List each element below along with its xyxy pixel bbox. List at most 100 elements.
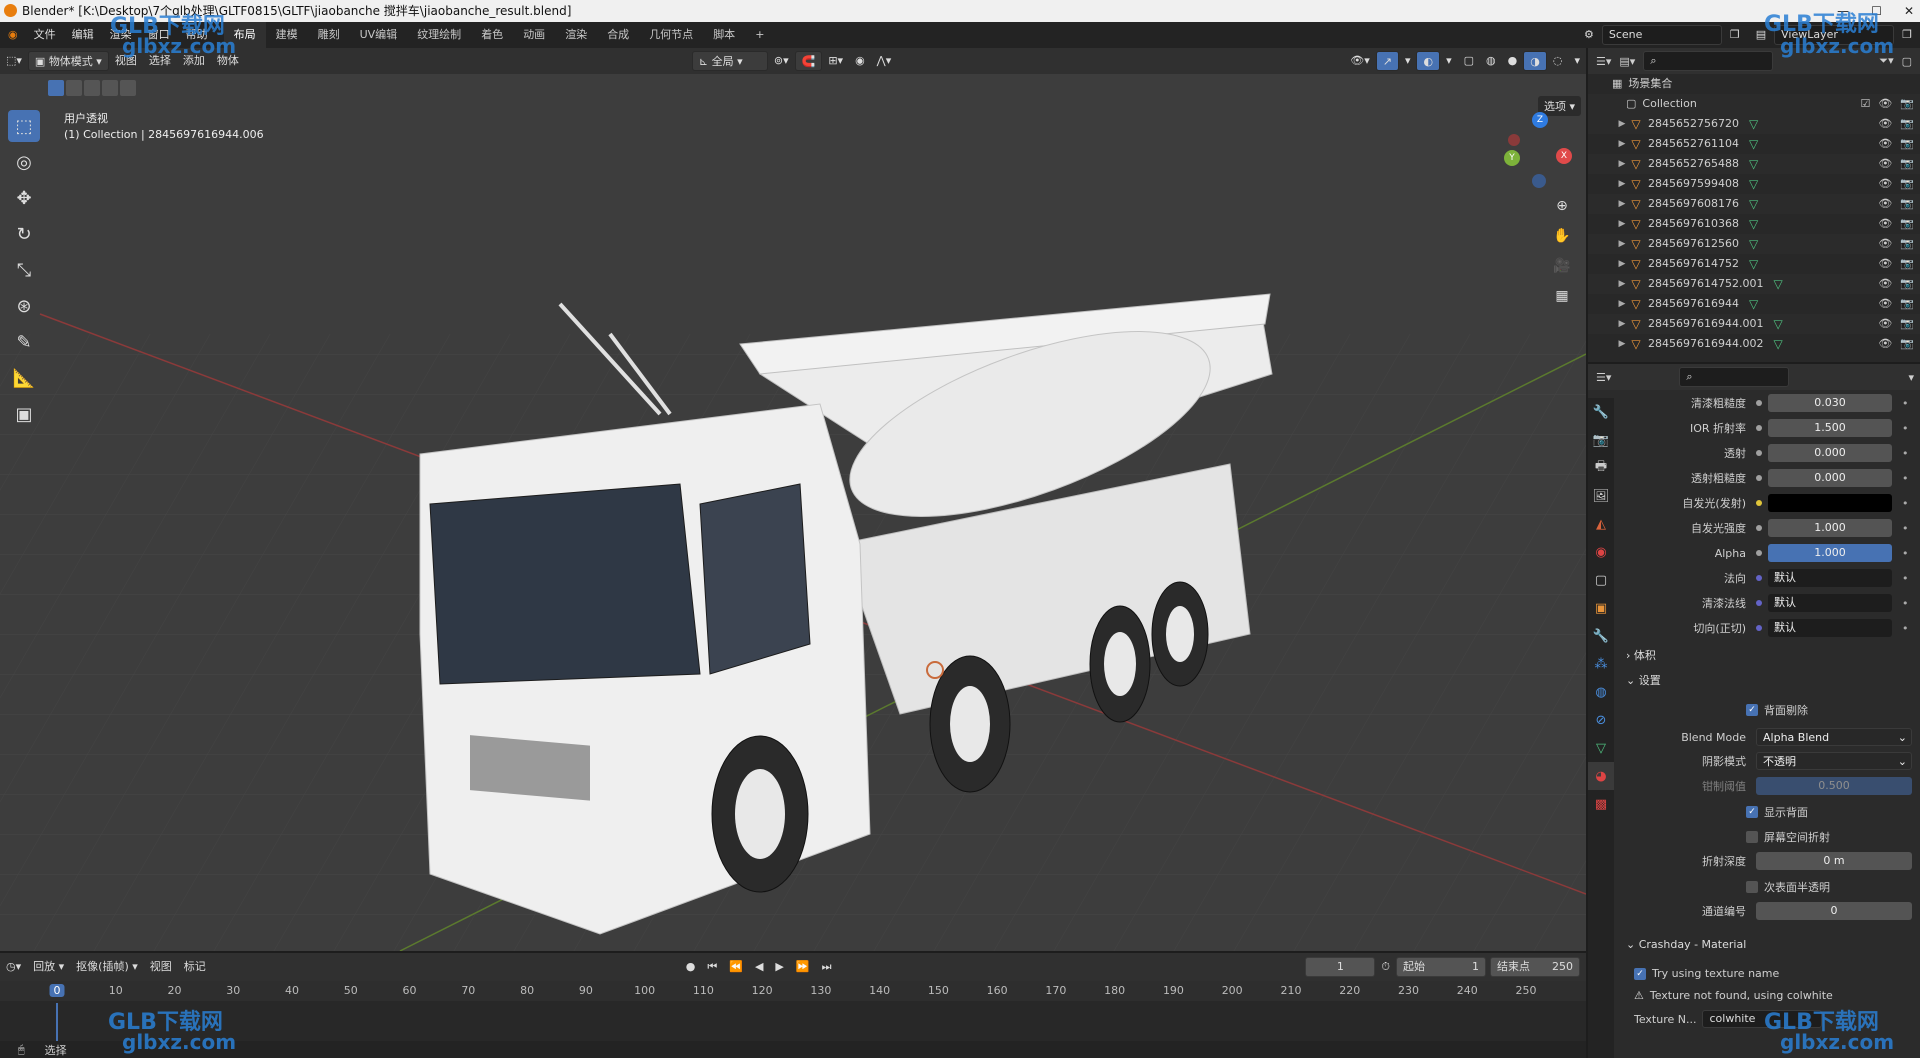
scale-tool-icon[interactable]: ⤡ [8,254,40,286]
texture-tab-icon[interactable]: ▩ [1588,790,1614,818]
tool-tab-icon[interactable]: 🔧 [1588,398,1614,426]
tab-compositing[interactable]: 合成 [597,22,639,48]
object-name[interactable]: 2845652761104 [1648,134,1739,154]
blend-mode-dropdown[interactable]: Alpha Blend ⌄ [1756,728,1912,746]
snap-icon[interactable]: 🧲 [794,51,823,71]
visibility-eye-icon[interactable]: 👁 [1878,334,1892,354]
tab-sculpting[interactable]: 雕刻 [308,22,350,48]
gizmo-toggle-icon[interactable]: ↗ [1375,51,1399,71]
select-invert-icon[interactable] [102,80,118,96]
keyframe-dot-icon[interactable]: • [1902,397,1909,410]
outliner-editor-icon[interactable]: ☰▾ [1596,55,1611,68]
refraction-depth-field[interactable]: 0 m [1756,852,1912,870]
keyframe-dot-icon[interactable]: • [1902,447,1909,460]
expand-triangle-icon[interactable]: ▶ [1616,214,1628,234]
keyframe-dot-icon[interactable]: • [1902,622,1909,635]
cursor-tool-icon[interactable]: ◎ [8,146,40,178]
constraints-tab-icon[interactable]: ⊘ [1588,706,1614,734]
measure-tool-icon[interactable]: 📐 [8,362,40,394]
tab-texture-paint[interactable]: 纹理绘制 [407,22,471,48]
editor-type-icon[interactable]: ⬚▾ [0,51,28,71]
timeline[interactable]: 0 10 20 30 40 50 60 70 80 90 100 110 120 130 140 150 160… [0,981,1586,1058]
menu-edit[interactable]: 编辑 [64,22,102,48]
gizmo-x[interactable]: X [1556,148,1572,164]
visibility-icon[interactable]: 👁▾ [1344,51,1376,71]
tab-rendering[interactable]: 渲染 [555,22,597,48]
object-name[interactable]: 2845697616944 [1648,294,1739,314]
visibility-eye-icon[interactable]: 👁 [1878,134,1892,154]
properties-search[interactable]: ⌕ [1679,367,1790,387]
close-button[interactable]: ✕ [1904,0,1914,22]
material-tab-icon[interactable]: ◕ [1588,762,1614,790]
outliner-object-row[interactable]: ▶ ▽ 2845697616944.001 ▽ 👁 📷 [1588,314,1920,334]
timeline-menu-marker[interactable]: 标记 [178,957,212,977]
world-tab-icon[interactable]: ◉ [1588,538,1614,566]
visibility-eye-icon[interactable]: 👁 [1878,234,1892,254]
visibility-eye-icon[interactable]: 👁 [1878,254,1892,274]
socket-dot-icon[interactable] [1756,525,1762,531]
visibility-eye-icon[interactable]: 👁 [1878,274,1892,294]
transform-orientation[interactable]: ⊾ 全局 ▾ [691,51,768,71]
display-mode-icon[interactable]: ▤▾ [1619,55,1635,68]
collection-row[interactable]: ▢ Collection ☑ 👁 📷 [1588,94,1920,114]
mesh-data-icon[interactable]: ▽ [1749,214,1758,234]
object-name[interactable]: 2845697614752 [1648,254,1739,274]
render-camera-icon[interactable]: 📷 [1900,314,1914,334]
mesh-data-icon[interactable]: ▽ [1749,234,1758,254]
keyframe-dot-icon[interactable]: • [1902,547,1909,560]
expand-triangle-icon[interactable]: ▶ [1616,114,1628,134]
clip-threshold-field[interactable]: 0.500 [1756,777,1912,795]
property-value-field[interactable]: 默认 [1768,594,1892,612]
play-reverse-button[interactable]: ◀ [749,957,769,977]
modifier-tab-icon[interactable]: 🔧 [1588,622,1614,650]
property-value-field[interactable] [1768,494,1892,512]
shadow-mode-dropdown[interactable]: 不透明 ⌄ [1756,752,1912,770]
socket-dot-icon[interactable] [1756,575,1762,581]
visibility-eye-icon[interactable]: 👁 [1878,214,1892,234]
falloff-icon[interactable]: ⋀▾ [871,51,898,71]
gizmo-z[interactable]: Z [1532,112,1548,128]
end-frame-field[interactable]: 结束点 250 [1490,957,1581,977]
expand-triangle-icon[interactable]: ▶ [1616,314,1628,334]
tab-uv-editing[interactable]: UV编辑 [350,22,408,48]
visibility-eye-icon[interactable]: 👁 [1878,154,1892,174]
expand-triangle-icon[interactable]: ▶ [1616,174,1628,194]
add-cube-tool-icon[interactable]: ▣ [8,398,40,430]
socket-dot-icon[interactable] [1756,400,1762,406]
expand-triangle-icon[interactable]: ▶ [1616,134,1628,154]
volume-panel-header[interactable]: › 体积 [1626,645,1912,667]
timeline-editor-icon[interactable]: ◷▾ [0,957,27,977]
outliner-object-row[interactable]: ▶ ▽ 2845697616944 ▽ 👁 📷 [1588,294,1920,314]
property-value-field[interactable]: 0.030 [1768,394,1892,412]
socket-dot-icon[interactable] [1756,450,1762,456]
socket-dot-icon[interactable] [1756,425,1762,431]
zoom-icon[interactable]: ⊕ [1550,194,1574,218]
properties-editor-icon[interactable]: ☰▾ [1596,371,1611,384]
keyframe-dot-icon[interactable]: • [1902,422,1909,435]
expand-triangle-icon[interactable]: ▶ [1616,274,1628,294]
property-value-field[interactable]: 1.000 [1768,519,1892,537]
mesh-data-icon[interactable]: ▽ [1749,134,1758,154]
scene-copy-icon[interactable]: ❐ [1722,22,1748,48]
timeline-menu-view[interactable]: 视图 [144,957,178,977]
settings-panel-header[interactable]: ⌄ 设置 [1626,670,1912,692]
particles-tab-icon[interactable]: ⁂ [1588,650,1614,678]
visibility-eye-icon[interactable]: 👁 [1878,174,1892,194]
render-camera-icon[interactable]: 📷 [1900,294,1914,314]
data-tab-icon[interactable]: ▽ [1588,734,1614,762]
outliner-object-row[interactable]: ▶ ▽ 2845697614752 ▽ 👁 📷 [1588,254,1920,274]
expand-triangle-icon[interactable]: ▶ [1616,294,1628,314]
mesh-data-icon[interactable]: ▽ [1749,294,1758,314]
gizmo-neg-z[interactable] [1532,174,1546,188]
add-workspace-button[interactable]: + [745,22,774,48]
visibility-eye-icon[interactable]: 👁 [1878,314,1892,334]
gizmo-y[interactable]: Y [1504,150,1520,166]
transform-tool-icon[interactable]: ⊛ [8,290,40,322]
render-camera-icon[interactable]: 📷 [1900,234,1914,254]
select-box-tool-icon[interactable]: ⬚ [8,110,40,142]
visibility-eye-icon[interactable]: 👁 [1878,294,1892,314]
collection-visibility-icon[interactable]: 👁 [1878,94,1892,114]
object-tab-icon[interactable]: ▣ [1588,594,1614,622]
object-name[interactable]: 2845652756720 [1648,114,1739,134]
visibility-eye-icon[interactable]: 👁 [1878,114,1892,134]
